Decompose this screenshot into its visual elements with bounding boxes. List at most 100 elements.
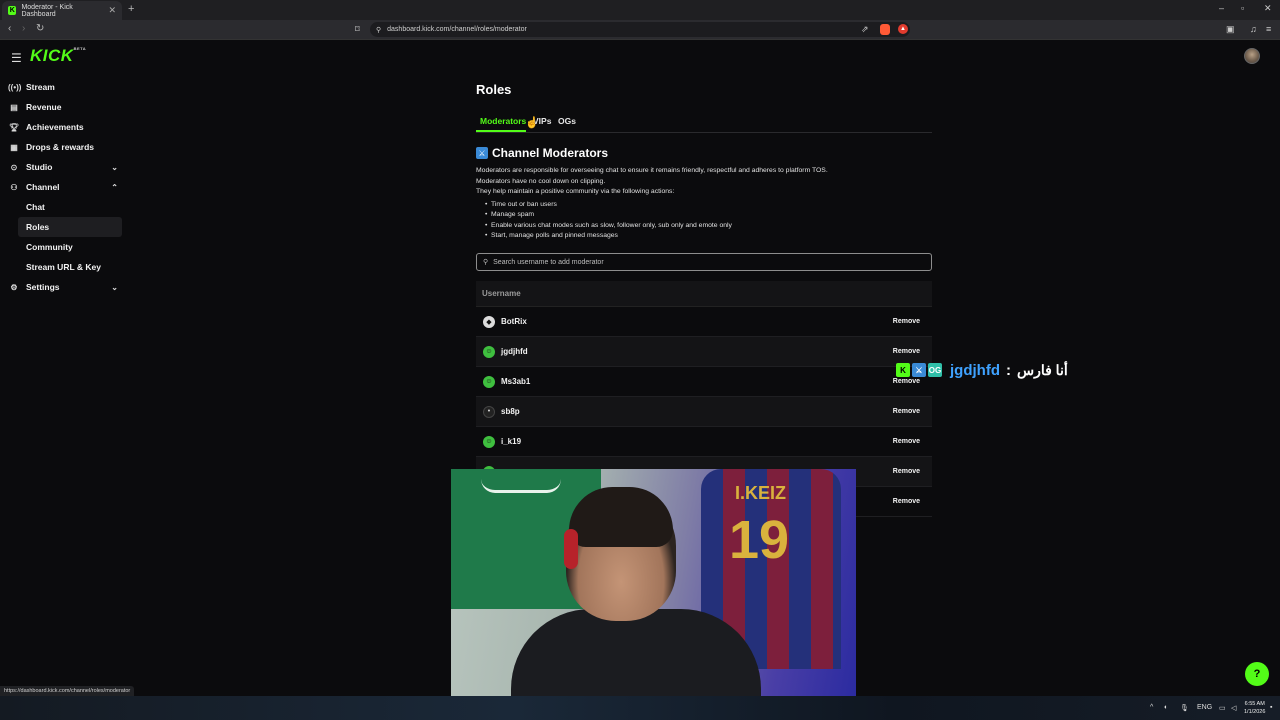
botrix-avatar-icon: ◆ (483, 315, 495, 328)
section-title: Channel Moderators (492, 146, 609, 160)
column-username: Username (482, 289, 521, 298)
remove-button[interactable]: Remove (893, 438, 920, 445)
og-badge-icon: OG (928, 363, 942, 377)
action-item: Time out or ban users (485, 201, 557, 208)
default-avatar-icon: ☺ (483, 375, 495, 388)
tab-ogs[interactable]: OGs (558, 116, 576, 126)
table-row: ☺ i_k19 Remove (476, 427, 932, 457)
language-indicator[interactable]: ENG (1197, 704, 1212, 711)
default-avatar-icon: ☺ (483, 345, 495, 358)
app-tray-icon[interactable]: ◐ (1164, 704, 1168, 711)
hamburger-menu-icon[interactable]: ☰ (11, 51, 22, 65)
remove-button[interactable]: Remove (893, 348, 920, 355)
sidebar-subitem-stream-url-key[interactable]: Stream URL & Key (18, 257, 122, 277)
moderator-username: sb8p (501, 407, 520, 416)
remove-button[interactable]: Remove (893, 378, 920, 385)
browser-tab-title: Moderator - Kick Dashboard (21, 3, 73, 18)
headset-icon (564, 529, 578, 569)
sidebar-subitem-roles[interactable]: Roles (18, 217, 122, 237)
sidebar-item-revenue[interactable]: ▤ Revenue (8, 97, 122, 117)
active-tab-indicator (476, 130, 526, 132)
clock-time: 6:55 AM (1244, 701, 1265, 707)
sidebar-item-label: Drops & rewards (26, 142, 95, 152)
channel-icon: ⚇ (10, 182, 18, 192)
reload-icon[interactable]: ↻ (36, 23, 44, 34)
new-tab-button[interactable]: + (128, 3, 134, 15)
sidebar-item-achievements[interactable]: 🏆︎ Achievements (8, 117, 122, 137)
notifications-icon[interactable]: ▪ (1270, 704, 1272, 711)
sidebar-item-label: Revenue (26, 102, 62, 112)
streamer-hair (569, 487, 673, 547)
moderator-username: BotRix (501, 317, 527, 326)
bookmark-icon[interactable]: ⌑ (355, 24, 360, 35)
chevron-up-icon: ⌃ (111, 182, 118, 192)
user-avatar[interactable] (1244, 48, 1260, 64)
close-window-icon[interactable]: ✕ (1264, 3, 1272, 14)
browser-tab[interactable]: K Moderator - Kick Dashboard ✕ (2, 1, 122, 20)
os-taskbar (0, 696, 1280, 720)
minimize-icon[interactable]: – (1219, 3, 1224, 13)
table-row: ☺ jgdjhfd Remove (476, 337, 932, 367)
search-placeholder: Search username to add moderator (493, 258, 604, 266)
network-icon[interactable]: ▭ (1219, 704, 1226, 712)
maximize-icon[interactable]: ▫ (1241, 3, 1244, 13)
description-line: Moderators are responsible for overseein… (476, 167, 828, 174)
remove-button[interactable]: Remove (893, 408, 920, 415)
moderator-username: Ms3ab1 (501, 377, 531, 386)
volume-icon[interactable]: ◁ (1231, 704, 1236, 712)
moderator-sword-icon: ⚔ (476, 147, 488, 159)
sidebar-subitem-chat[interactable]: Chat (18, 197, 122, 217)
support-chat-button[interactable]: ? (1245, 662, 1269, 686)
mouse-cursor-icon: ☝ (525, 117, 539, 129)
chevron-down-icon: ⌄ (111, 162, 118, 172)
table-row: ☺ Ms3ab1 Remove (476, 367, 932, 397)
search-moderator-input[interactable]: ⚲ Search username to add moderator (476, 253, 932, 271)
kick-badge-icon: K (896, 363, 910, 377)
sidebar-item-channel[interactable]: ⚇ Channel ⌃ (8, 177, 122, 197)
description-line: Moderators have no cool down on clipping… (476, 178, 606, 185)
url-field[interactable]: ⚲ dashboard.kick.com/channel/roles/moder… (370, 22, 910, 37)
system-clock[interactable]: 6:55 AM 1/1/2026 (1244, 700, 1265, 716)
action-text: Time out or ban users (491, 201, 557, 208)
sidebar-item-studio[interactable]: ⊙ Studio ⌄ (8, 157, 122, 177)
sidebar-subitem-community[interactable]: Community (18, 237, 122, 257)
kick-logo[interactable]: KICKBETA (30, 46, 86, 66)
brave-rewards-icon[interactable]: ▲ (898, 24, 908, 34)
microphone-icon[interactable]: 🎙︎ (1180, 704, 1189, 712)
sidebar-item-label: Channel (26, 182, 60, 192)
sidebar-item-label: Achievements (26, 122, 84, 132)
remove-button[interactable]: Remove (893, 468, 920, 475)
sidebar-item-settings[interactable]: ⚙ Settings ⌄ (8, 277, 122, 297)
chat-username: jgdjhfd (950, 361, 1000, 379)
brave-shields-icon[interactable] (880, 24, 890, 35)
moderator-username: i_k19 (501, 437, 522, 446)
media-icon[interactable]: ♫ (1250, 24, 1257, 34)
remove-button[interactable]: Remove (893, 318, 920, 325)
table-header: Username (476, 281, 932, 307)
sidebar-item-label: Studio (26, 162, 53, 172)
broadcast-icon: ((•)) (8, 82, 22, 92)
user-avatar-icon: • (483, 405, 495, 418)
tab-moderators[interactable]: Moderators (480, 116, 526, 126)
remove-button[interactable]: Remove (893, 498, 920, 505)
site-info-icon[interactable]: ⚲ (376, 26, 381, 34)
logo-text: KICK (30, 46, 74, 65)
logo-beta-tag: BETA (73, 46, 87, 51)
table-row: • sb8p Remove (476, 397, 932, 427)
action-item: Start, manage polls and pinned messages (485, 232, 618, 239)
action-text: Manage spam (491, 211, 535, 218)
forward-icon[interactable]: › (22, 23, 25, 34)
chat-message-overlay: K ⚔ OG jgdjhfd : أنا فارس (896, 361, 1068, 379)
back-icon[interactable]: ‹ (8, 23, 11, 34)
sidebar-toggle-icon[interactable]: ▣ (1226, 24, 1235, 35)
sidebar-item-drops-rewards[interactable]: ▦ Drops & rewards (8, 137, 122, 157)
share-icon[interactable]: ⇗ (861, 24, 869, 35)
close-tab-icon[interactable]: ✕ (108, 5, 116, 16)
tray-overflow-icon[interactable]: ^ (1150, 704, 1153, 711)
url-text: dashboard.kick.com/channel/roles/moderat… (387, 26, 527, 33)
menu-icon[interactable]: ≡ (1266, 24, 1271, 34)
browser-tab-bar (0, 0, 1280, 20)
sidebar-item-stream[interactable]: ((•)) Stream (8, 77, 122, 97)
trophy-icon: 🏆︎ (8, 122, 20, 132)
default-avatar-icon: ☺ (483, 435, 495, 448)
